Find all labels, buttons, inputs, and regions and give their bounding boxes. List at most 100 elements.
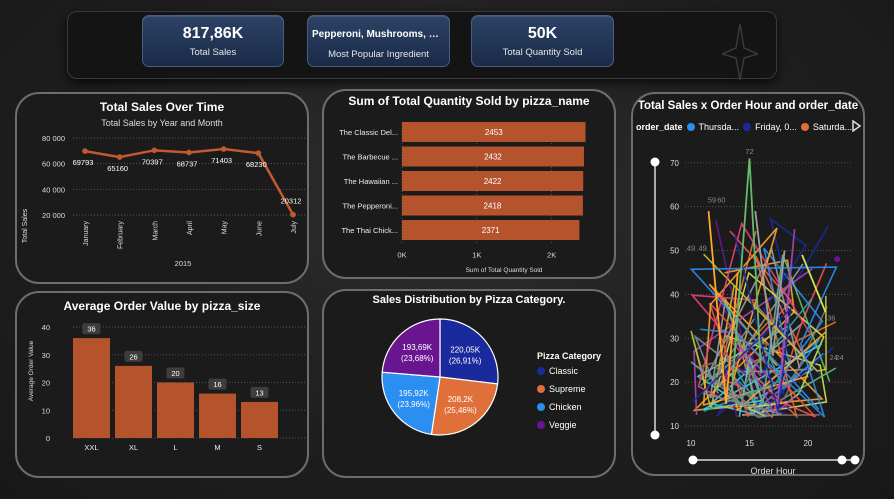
quantity-by-name-chart[interactable]: Sum of Total Quantity Sold 0K 1K 2K 2453 The…	[322, 89, 616, 279]
category-label: M	[214, 443, 220, 452]
category-label: L	[173, 443, 177, 452]
bar	[115, 365, 152, 438]
x-tick-label: 20	[803, 439, 812, 448]
bar-value-label: 20	[171, 369, 179, 378]
y-tick-label: 80 000	[42, 134, 65, 143]
x-tick-label: 1K	[472, 251, 481, 260]
data-label: 68230	[246, 160, 267, 169]
star-logo-icon	[722, 24, 758, 80]
slice-value-label: 195,92K	[399, 389, 429, 398]
x-tick-label: 10	[687, 439, 696, 448]
quantity-by-name-panel: Sum of Total Quantity Sold by pizza_name…	[322, 89, 616, 279]
bar	[157, 382, 194, 438]
category-label: The Pepperoni...	[343, 202, 398, 211]
y-tick-label: 20	[670, 378, 679, 387]
x-tick-label: January	[83, 221, 90, 246]
x-tick-label: 0K	[397, 251, 406, 260]
slice-percent-label: (25,46%)	[444, 406, 477, 415]
slider-handle-right	[837, 455, 847, 465]
avg-order-value-chart[interactable]: Average Order Value 0 10 20 30 40 36 XXL 26 XL 20…	[15, 291, 309, 478]
sales-over-time-panel: Total Sales Over Time Total Sales by Yea…	[15, 92, 309, 284]
pie-legend-item[interactable]: Classic	[537, 366, 586, 376]
category-label: The Thai Chick...	[341, 226, 398, 235]
category-label: The Barbecue ...	[343, 153, 398, 162]
pie-legend-item[interactable]: Veggie	[537, 420, 586, 430]
category-label: S	[257, 443, 262, 452]
category-label: XXL	[84, 443, 98, 452]
y-tick-label: 20	[42, 379, 50, 388]
x-tick-label: April	[187, 221, 194, 235]
slice-value-label: 208,2K	[448, 395, 474, 404]
category-label: The Classic Del...	[339, 128, 398, 137]
data-label: 69793	[73, 158, 94, 167]
bar-value-label: 16	[213, 380, 221, 389]
x-tick-label: 2K	[547, 251, 556, 260]
bar-value-label: 2453	[485, 128, 503, 137]
bar-value-label: 2432	[484, 153, 502, 162]
slider-handle-bottom	[650, 430, 660, 440]
data-label: 70397	[142, 157, 163, 166]
sales-by-hour-xlabel: Order Hour	[750, 466, 795, 476]
x-tick-label: May	[222, 221, 229, 235]
x-tick-label: February	[118, 221, 125, 250]
x-tick-label: June	[256, 221, 263, 236]
data-point	[290, 211, 296, 218]
slice-percent-label: (23,68%)	[401, 354, 434, 363]
y-tick-label: 40 000	[42, 185, 65, 194]
kpi-popular-ingredient[interactable]: Pepperoni, Mushrooms, Red... Most Popula…	[307, 15, 450, 67]
legend-dot-icon	[537, 403, 545, 411]
avg-order-value-ylabel: Average Order Value	[28, 340, 35, 401]
slice-value-label: 220,05K	[450, 346, 480, 355]
slice-percent-label: (26,91%)	[449, 357, 482, 366]
data-point	[186, 149, 192, 156]
avg-order-value-panel: Average Order Value by pizza_size Averag…	[15, 291, 309, 478]
kpi-total-quantity[interactable]: 50K Total Quantity Sold	[471, 15, 614, 67]
data-label: 72	[745, 147, 753, 156]
bar-value-label: 13	[255, 388, 263, 397]
y-tick-label: 60 000	[42, 160, 65, 169]
y-tick-label: 10	[670, 422, 679, 431]
y-tick-label: 70	[670, 159, 679, 168]
y-tick-label: 20 000	[42, 211, 65, 220]
slice-value-label: 193,69K	[402, 343, 432, 352]
y-tick-label: 10	[42, 406, 50, 415]
y-tick-label: 0	[46, 434, 50, 443]
pie-legend-item[interactable]: Supreme	[537, 384, 586, 394]
y-tick-label: 30	[670, 334, 679, 343]
bar-value-label: 2418	[484, 202, 502, 211]
data-point	[834, 256, 841, 263]
sales-by-hour-chart[interactable]: Order Hour 1020304050607010 15 207259 6049 4…	[631, 92, 865, 476]
bar	[73, 338, 110, 438]
category-label: XL	[129, 443, 138, 452]
kpi-popular-ingredient-value: Pepperoni, Mushrooms, Red...	[312, 29, 449, 40]
data-point	[82, 148, 88, 154]
kpi-total-quantity-label: Total Quantity Sold	[502, 47, 583, 58]
y-tick-label: 40	[670, 290, 679, 299]
data-point	[116, 154, 123, 160]
kpi-total-sales[interactable]: 817,86K Total Sales	[142, 15, 284, 67]
legend-dot-icon	[537, 367, 545, 375]
kpi-total-sales-value: 817,86K	[182, 25, 244, 42]
data-label: 49	[687, 244, 695, 253]
x-tick-label: March	[152, 221, 159, 241]
category-label: The Hawaiian ...	[344, 177, 398, 186]
data-point	[255, 150, 262, 156]
pie-legend-title: Pizza Category	[537, 351, 602, 361]
y-tick-label: 60	[670, 203, 679, 212]
series-line	[801, 254, 827, 313]
bar-value-label: 36	[87, 325, 95, 334]
data-label: 49	[699, 244, 707, 253]
data-label: 65160	[107, 164, 128, 173]
bar	[199, 393, 236, 438]
sales-over-time-chart[interactable]: Total Sales 2015 20 000 40 000 60 000 80 00…	[15, 92, 309, 284]
pie-legend: Classic Supreme Chicken Veggie	[537, 366, 586, 438]
pie-legend-label: Supreme	[549, 384, 586, 394]
quantity-by-name-xlabel: Sum of Total Quantity Sold	[466, 267, 543, 274]
sales-by-hour-panel: Total Sales x Order Hour and order_date …	[631, 92, 865, 476]
kpi-popular-ingredient-label: Most Popular Ingredient	[328, 49, 429, 60]
pie-legend-item[interactable]: Chicken	[537, 402, 586, 412]
pie-legend-label: Chicken	[549, 402, 582, 412]
slider-handle-top	[650, 157, 660, 167]
y-tick-label: 50	[670, 247, 679, 256]
pie-legend-label: Classic	[549, 366, 579, 376]
